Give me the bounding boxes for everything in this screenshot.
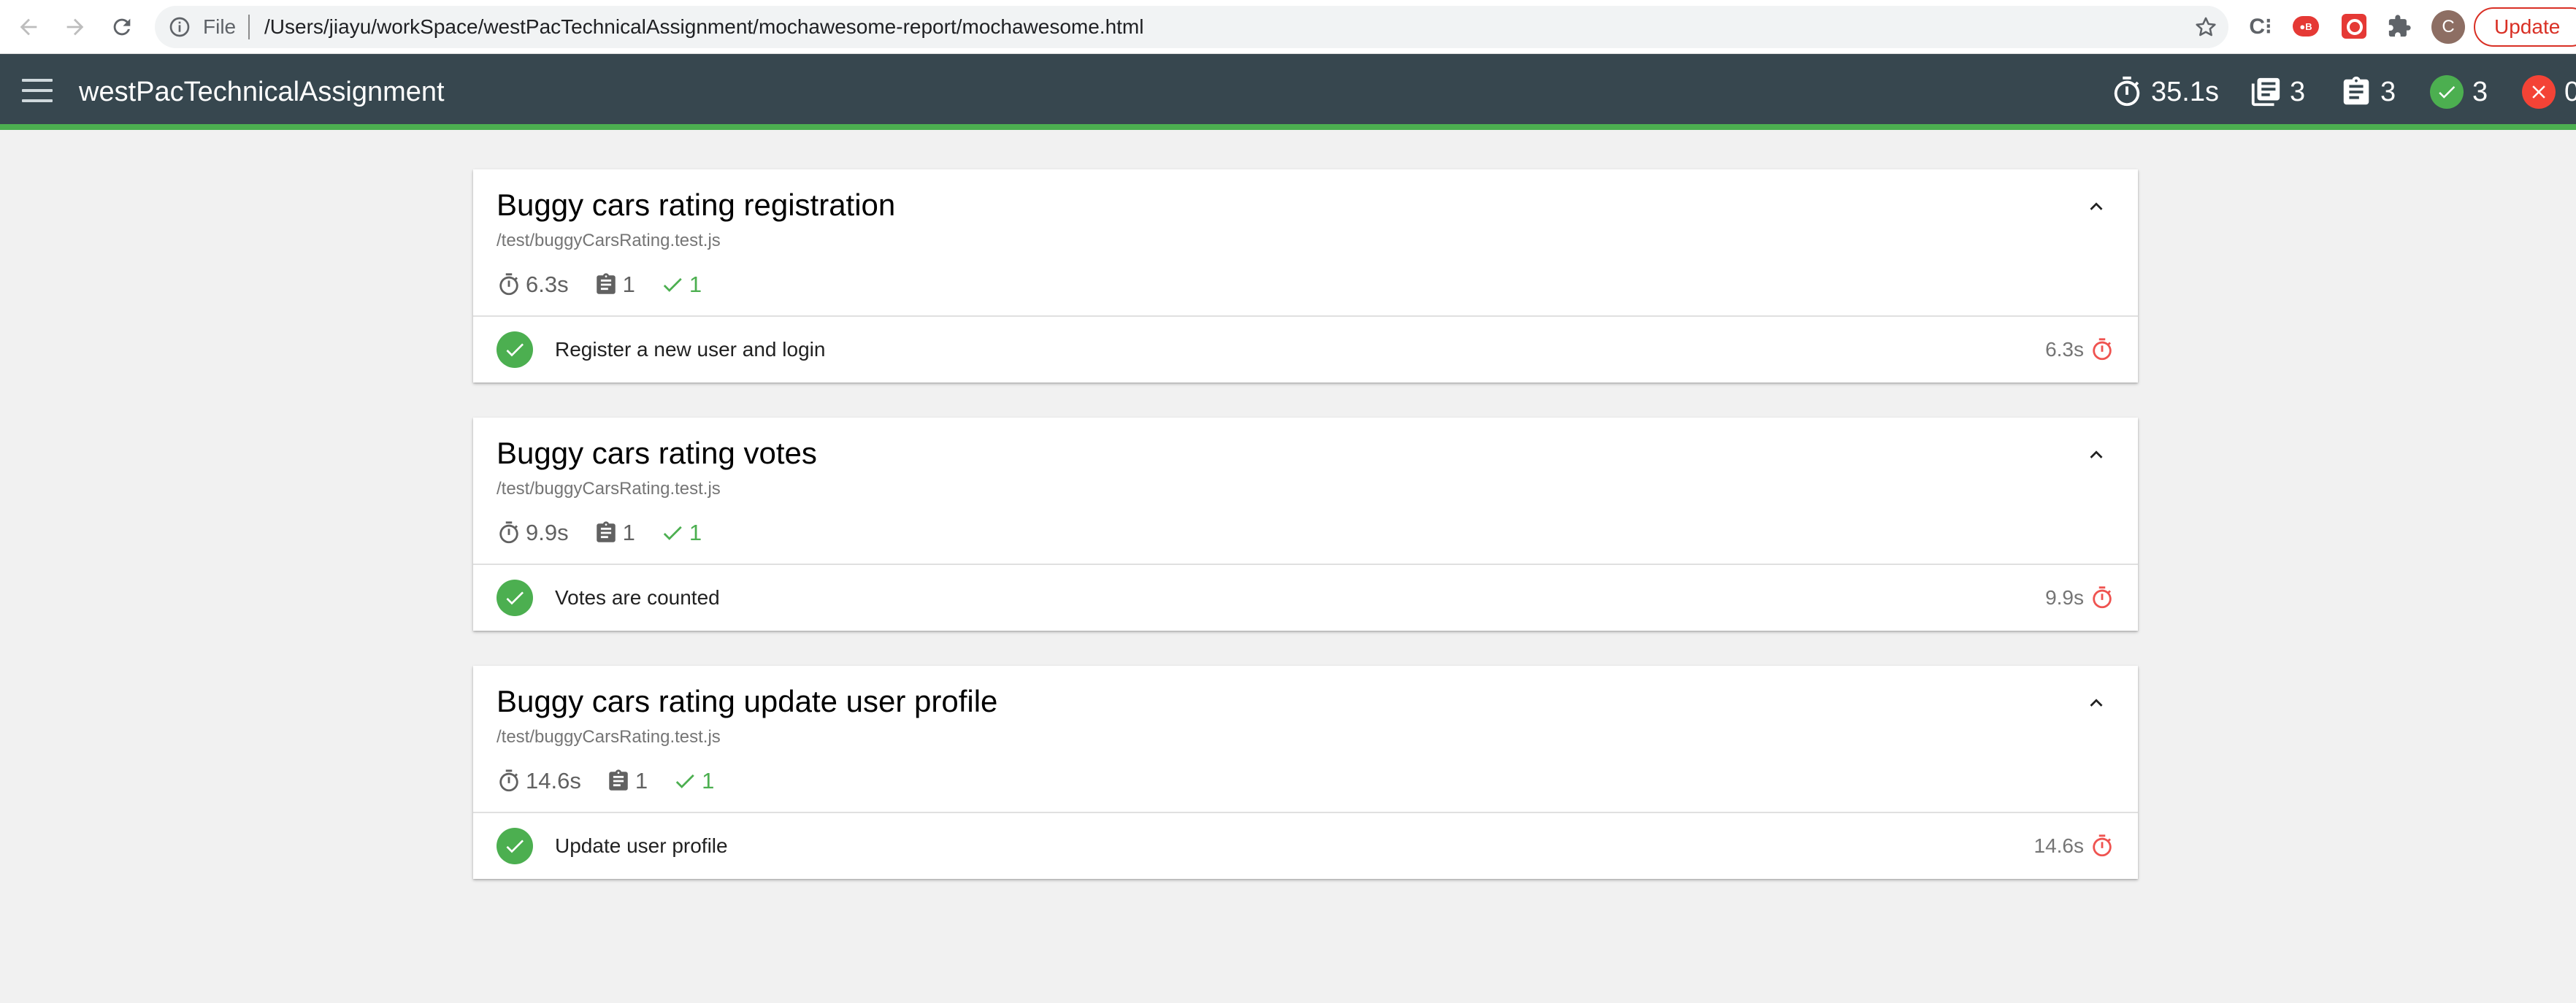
passed-check-icon <box>2430 75 2464 109</box>
suite-pass-count: 1 <box>672 768 714 794</box>
red-search-extension-icon[interactable] <box>2339 12 2369 41</box>
timer-icon <box>2093 586 2112 609</box>
pass-progress-bar <box>0 124 2576 130</box>
suite-test-count: 1 <box>606 768 648 794</box>
stat-tests[interactable]: 3 <box>2339 73 2396 111</box>
url-text[interactable]: /Users/jiayu/workSpace/westPacTechnicalA… <box>264 15 1143 39</box>
stat-suites-value: 3 <box>2290 76 2306 107</box>
suite-file-path: /test/buggyCarsRating.test.js <box>497 727 721 747</box>
test-row[interactable]: Votes are counted 9.9s <box>473 565 2138 631</box>
update-button[interactable]: Update <box>2474 7 2576 47</box>
report-navbar: westPacTechnicalAssignment 35.1s 3 3 3 0 <box>0 54 2576 130</box>
suite-card: Buggy cars rating update user profile /t… <box>473 666 2138 879</box>
assignment-icon <box>609 769 628 791</box>
failed-x-icon <box>2522 75 2556 109</box>
hamburger-menu-icon[interactable] <box>22 79 53 104</box>
info-icon[interactable] <box>168 15 191 39</box>
assignment-icon <box>596 521 616 542</box>
suite-stats: 14.6s 1 1 <box>497 765 739 797</box>
chevron-up-icon[interactable] <box>2084 442 2109 467</box>
check-icon <box>675 774 694 788</box>
suite-file-path: /test/buggyCarsRating.test.js <box>497 479 721 499</box>
stat-duration[interactable]: 35.1s <box>2110 73 2219 111</box>
stat-failures[interactable]: 0 <box>2522 73 2576 111</box>
test-title: Register a new user and login <box>555 338 826 361</box>
stat-tests-value: 3 <box>2380 76 2396 107</box>
test-passed-icon <box>497 828 533 864</box>
back-button[interactable] <box>12 10 45 44</box>
stat-passes-value: 3 <box>2472 76 2488 107</box>
red-pill-extension-icon[interactable]: ●B <box>2291 12 2320 41</box>
puzzle-icon[interactable] <box>2385 12 2414 41</box>
timer-icon <box>499 521 518 544</box>
forward-arrow-icon <box>66 18 84 36</box>
suite-duration: 9.9s <box>497 520 569 546</box>
url-separator <box>248 15 250 39</box>
suite-stats: 6.3s 1 1 <box>497 269 727 301</box>
suite-duration: 6.3s <box>497 272 569 298</box>
profile-avatar[interactable]: C <box>2431 10 2465 44</box>
suite-title: Buggy cars rating update user profile <box>497 684 998 718</box>
timer-icon <box>499 273 518 296</box>
test-title: Update user profile <box>555 834 728 857</box>
chevron-up-icon[interactable] <box>2084 691 2109 715</box>
suite-card: Buggy cars rating registration /test/bug… <box>473 169 2138 383</box>
test-title: Votes are counted <box>555 586 720 609</box>
assignment-icon <box>596 273 616 294</box>
forward-button[interactable] <box>58 10 92 44</box>
reload-icon <box>113 18 131 36</box>
timer-icon <box>2093 834 2112 857</box>
suite-title: Buggy cars rating votes <box>497 436 817 470</box>
stat-duration-value: 35.1s <box>2151 76 2219 107</box>
test-passed-icon <box>497 580 533 616</box>
chevron-up-icon[interactable] <box>2084 194 2109 219</box>
reload-button[interactable] <box>105 10 139 44</box>
suite-duration: 14.6s <box>497 768 581 794</box>
suite-pass-count: 1 <box>660 272 702 298</box>
suite-card: Buggy cars rating votes /test/buggyCarsR… <box>473 418 2138 631</box>
timer-icon <box>2114 76 2140 107</box>
suite-test-count: 1 <box>594 272 635 298</box>
stat-passes[interactable]: 3 <box>2430 73 2488 111</box>
back-arrow-icon <box>20 18 37 36</box>
library-books-icon <box>2251 77 2280 107</box>
report-title: westPacTechnicalAssignment <box>79 77 445 107</box>
suite-pass-count: 1 <box>660 520 702 546</box>
test-duration: 14.6s <box>2034 831 2115 861</box>
timer-icon <box>2093 338 2112 361</box>
assignment-icon <box>2343 76 2369 105</box>
stat-suites[interactable]: 3 <box>2249 73 2305 111</box>
test-passed-icon <box>497 331 533 368</box>
check-icon <box>663 526 682 540</box>
bookmark-star-icon[interactable] <box>2193 15 2218 39</box>
test-row[interactable]: Update user profile 14.6s <box>473 813 2138 879</box>
address-bar[interactable]: File /Users/jiayu/workSpace/westPacTechn… <box>155 6 2228 48</box>
suite-title: Buggy cars rating registration <box>497 188 896 222</box>
test-duration: 9.9s <box>2045 583 2115 613</box>
c-ext-icon[interactable]: C⁝ <box>2246 12 2275 41</box>
test-row[interactable]: Register a new user and login 6.3s <box>473 317 2138 383</box>
browser-toolbar: File /Users/jiayu/workSpace/westPacTechn… <box>0 0 2576 54</box>
timer-icon <box>499 769 518 792</box>
test-duration: 6.3s <box>2045 334 2115 365</box>
stat-failures-value: 0 <box>2564 76 2576 107</box>
suite-file-path: /test/buggyCarsRating.test.js <box>497 231 721 250</box>
suite-test-count: 1 <box>594 520 635 546</box>
suite-stats: 9.9s 1 1 <box>497 517 727 549</box>
url-scheme-label: File <box>203 15 237 38</box>
check-icon <box>663 277 682 292</box>
